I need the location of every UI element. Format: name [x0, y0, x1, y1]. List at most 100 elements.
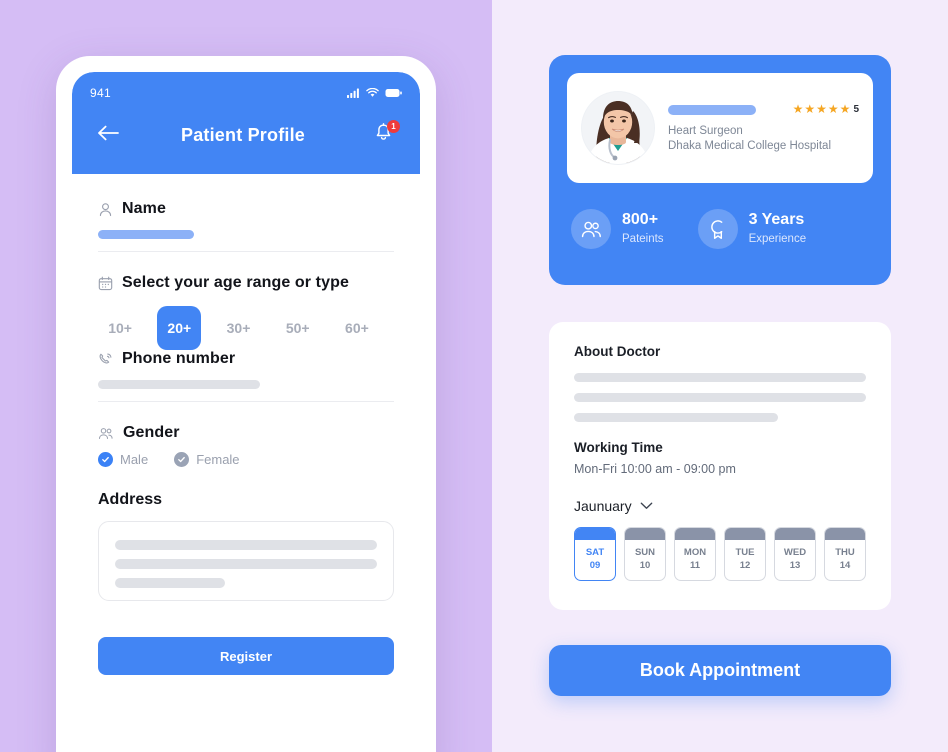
star-icon: ★ [839, 102, 851, 116]
battery-icon [385, 88, 402, 98]
date-cap [575, 528, 615, 540]
date-cap [825, 528, 865, 540]
about-text-bar [574, 393, 866, 402]
gender-label-row: Gender [98, 424, 394, 442]
date-num: 09 [589, 560, 601, 571]
app-header: 941 Patient Profile 1 [72, 72, 420, 174]
date-dow: TUE [735, 547, 755, 558]
star-icon: ★ [792, 102, 804, 116]
date-tile-tue-12[interactable]: TUE 12 [724, 527, 766, 581]
doctor-hospital: Dhaka Medical College Hospital [668, 139, 831, 152]
stat-experience-label: Experience [748, 233, 807, 246]
date-cap [775, 528, 815, 540]
phone-screen: 941 Patient Profile 1 Name Select your a… [72, 72, 420, 752]
phone-input[interactable] [98, 380, 394, 402]
stat-patients-label: Pateints [622, 233, 664, 246]
award-icon [697, 209, 738, 249]
doctor-specialty: Heart Surgeon [668, 124, 743, 137]
date-num: 12 [739, 560, 751, 571]
nav-bar: Patient Profile 1 [72, 102, 420, 158]
star-icon: ★ [827, 102, 839, 116]
date-dow: WED [783, 547, 807, 558]
date-num: 14 [839, 560, 851, 571]
date-dow: MON [683, 547, 707, 558]
stat-patients-value: 800+ [622, 210, 659, 228]
date-dow: SUN [634, 547, 656, 558]
about-doctor-card: About Doctor Working Time Mon-Fri 10:00 … [549, 322, 891, 610]
gender-label-male: Male [120, 452, 149, 467]
date-dow: THU [835, 547, 855, 558]
field-address: Address [98, 491, 394, 601]
name-value-bar [98, 230, 194, 239]
age-option-60[interactable]: 60+ [335, 306, 379, 350]
people-icon [98, 426, 114, 441]
rating: ★ ★ ★ ★ ★ 5 [793, 103, 859, 115]
age-label-row: Select your age range or type [98, 274, 394, 292]
date-cap [625, 528, 665, 540]
age-options: 10+ 20+ 30+ 50+ 60+ [98, 306, 394, 350]
field-age-range: Select your age range or type 10+ 20+ 30… [98, 274, 394, 350]
date-tile-thu-14[interactable]: THU 14 [824, 527, 866, 581]
stat-experience-value: 3 Years [748, 210, 805, 228]
notification-button[interactable]: 1 [366, 118, 400, 152]
screen-root: 941 Patient Profile 1 Name Select your a… [0, 0, 948, 752]
month-name: Jaunuary [574, 498, 632, 514]
age-option-50[interactable]: 50+ [276, 306, 320, 350]
age-option-30[interactable]: 30+ [216, 306, 260, 350]
gender-option-female[interactable]: Female [174, 452, 240, 467]
stat-experience: 3 Years Experience [697, 209, 807, 249]
stat-patients-text: 800+ Pateints [622, 211, 664, 247]
status-bar: 941 [72, 72, 420, 102]
register-button[interactable]: Register [98, 637, 394, 675]
about-title: About Doctor [574, 344, 661, 359]
date-tile-sun-10[interactable]: SUN 10 [624, 527, 666, 581]
address-line-bar [115, 540, 377, 550]
age-label: Select your age range or type [122, 274, 349, 291]
doctor-name-bar [668, 104, 756, 115]
age-option-10[interactable]: 10+ [98, 306, 142, 350]
patients-icon [571, 209, 611, 249]
gender-option-male[interactable]: Male [98, 452, 148, 467]
patient-form: Name Select your age range or type 10+ 2… [72, 174, 420, 675]
gender-options: Male Female [98, 452, 394, 467]
rating-value: 5 [853, 103, 859, 115]
month-selector[interactable]: Jaunuary [574, 498, 866, 514]
doctor-summary: Heart Surgeon Dhaka Medical College Hosp… [567, 73, 873, 183]
date-dow: SAT [585, 547, 605, 558]
address-line-bar [115, 559, 377, 569]
status-time: 941 [90, 86, 111, 100]
name-input[interactable] [98, 230, 394, 252]
page-title: Patient Profile [180, 124, 306, 145]
about-text-bar [574, 373, 866, 382]
date-tile-mon-11[interactable]: MON 11 [674, 527, 716, 581]
book-appointment-button[interactable]: Book Appointment [549, 645, 891, 696]
about-text-bar [574, 413, 779, 422]
date-num: 11 [689, 560, 701, 571]
phone-label: Phone number [122, 350, 236, 367]
doctor-stats: 800+ Pateints 3 Years Experience [567, 209, 873, 249]
date-tile-sat-09[interactable]: SAT 09 [574, 527, 616, 581]
phone-value-bar [98, 380, 260, 389]
phone-label-row: Phone number [98, 350, 394, 368]
field-name: Name [98, 200, 394, 252]
phone-icon [98, 352, 113, 367]
date-num: 13 [789, 560, 801, 571]
stat-patients: 800+ Pateints [571, 209, 664, 249]
notification-badge: 1 [387, 120, 400, 133]
check-icon-male [98, 452, 113, 467]
working-time-title: Working Time [574, 440, 663, 455]
phone-mockup: 941 Patient Profile 1 Name Select your a… [56, 56, 436, 752]
gender-label: Gender [123, 424, 180, 441]
signal-icon [347, 88, 360, 98]
date-tile-wed-13[interactable]: WED 13 [774, 527, 816, 581]
date-num: 10 [639, 560, 651, 571]
star-icon: ★ [816, 102, 827, 116]
wifi-icon [366, 88, 379, 98]
age-option-20[interactable]: 20+ [157, 306, 202, 350]
field-gender: Gender Male Female [98, 424, 394, 467]
address-input[interactable] [98, 521, 394, 601]
date-strip: SAT 09 SUN 10 MON 11 TUE 12 WED 13 THU 1… [574, 527, 866, 581]
address-line-bar [115, 578, 226, 588]
calendar-icon [98, 276, 113, 291]
